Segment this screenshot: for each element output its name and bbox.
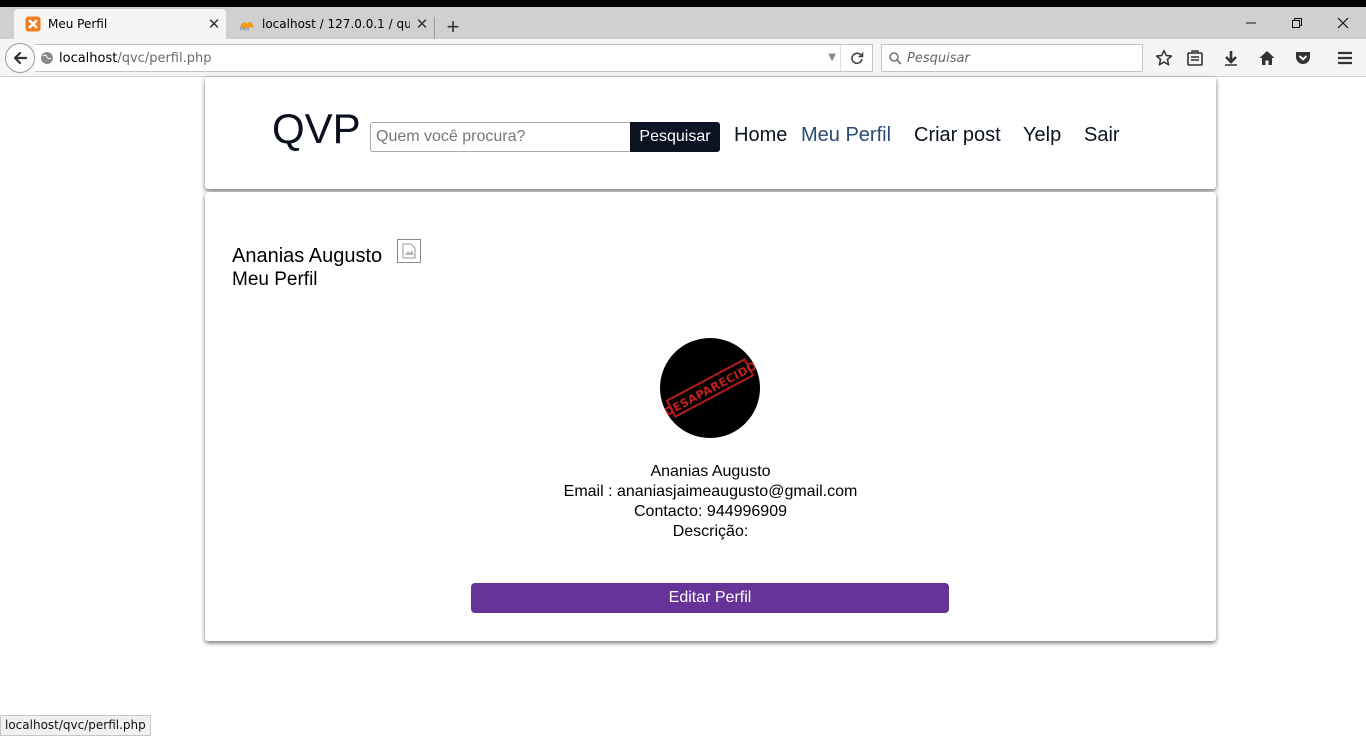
pocket-icon[interactable]: [1292, 47, 1314, 69]
profile-contact: Contacto: 944996909: [633, 503, 787, 520]
profile-card: Ananias Augusto Meu Perfil DESAPARECIDO …: [205, 192, 1216, 641]
profile-description: Descrição:: [672, 523, 749, 540]
home-icon[interactable]: [1256, 47, 1278, 69]
back-arrow-icon: [13, 51, 28, 65]
browser-search-placeholder: Pesquisar: [907, 50, 970, 66]
tab-separator: [434, 17, 435, 39]
search-icon: [889, 51, 902, 65]
url-path: /qvc/perfil.php: [117, 50, 212, 66]
navigation-toolbar: localhost/qvc/perfil.php ▼ Pesquisar: [0, 39, 1366, 77]
tab-meu-perfil[interactable]: Meu Perfil ✕: [14, 9, 226, 39]
close-window-icon[interactable]: [1320, 7, 1366, 39]
tab-phpmyadmin[interactable]: PMA localhost / 127.0.0.1 / que... ✕: [228, 9, 434, 39]
minimize-icon[interactable]: [1228, 7, 1274, 39]
svg-text:PMA: PMA: [240, 27, 250, 32]
url-host: localhost: [59, 50, 118, 66]
broken-image-icon: [397, 239, 421, 263]
edit-profile-button[interactable]: Editar Perfil: [471, 583, 949, 613]
profile-name-heading: Ananias Augusto: [232, 245, 383, 267]
profile-email: Email : ananiasjaimeaugusto@gmail.com: [563, 483, 858, 500]
browser-search-field[interactable]: Pesquisar: [881, 44, 1143, 72]
nav-sair[interactable]: Sair: [1084, 124, 1120, 147]
globe-icon: [40, 51, 54, 65]
page-viewport: QVP Pesquisar Home Meu Perfil Criar post…: [0, 77, 1366, 736]
close-tab-icon[interactable]: ✕: [202, 15, 226, 33]
site-logo[interactable]: QVP: [272, 105, 361, 153]
restore-icon[interactable]: [1274, 7, 1320, 39]
reading-list-icon[interactable]: [1184, 47, 1206, 69]
nav-meu-perfil[interactable]: Meu Perfil: [801, 124, 891, 147]
nav-yelp[interactable]: Yelp: [1023, 124, 1061, 147]
site-header: QVP Pesquisar Home Meu Perfil Criar post…: [205, 77, 1216, 189]
xampp-icon: [25, 16, 41, 32]
phpmyadmin-icon: PMA: [239, 16, 255, 32]
status-bar-url: localhost/qvc/perfil.php: [0, 715, 151, 736]
menu-icon[interactable]: [1334, 47, 1356, 69]
search-input[interactable]: [370, 122, 630, 152]
profile-subtitle: Meu Perfil: [232, 269, 318, 290]
avatar: DESAPARECIDO: [660, 338, 760, 438]
nav-home[interactable]: Home: [734, 124, 787, 147]
avatar-stamp-text: DESAPARECIDO: [662, 358, 760, 419]
back-button[interactable]: [5, 43, 35, 73]
url-bar[interactable]: localhost/qvc/perfil.php ▼: [35, 44, 873, 72]
close-tab-icon[interactable]: ✕: [410, 15, 434, 33]
tab-bar: Meu Perfil ✕ PMA localhost / 127.0.0.1 /…: [0, 7, 1366, 39]
search-button[interactable]: Pesquisar: [630, 122, 720, 152]
nav-criar-post[interactable]: Criar post: [914, 124, 1001, 147]
window-top-strip: [0, 0, 1366, 7]
profile-display-name: Ananias Augusto: [650, 463, 771, 480]
tab-title: localhost / 127.0.0.1 / que...: [262, 17, 410, 31]
bookmark-star-icon[interactable]: [1153, 47, 1175, 69]
new-tab-icon[interactable]: +: [441, 16, 465, 40]
download-icon[interactable]: [1220, 47, 1242, 69]
reload-icon[interactable]: [840, 45, 872, 71]
chevron-down-icon[interactable]: ▼: [828, 52, 836, 63]
tab-title: Meu Perfil: [48, 17, 108, 31]
site-search: Pesquisar: [370, 122, 720, 152]
